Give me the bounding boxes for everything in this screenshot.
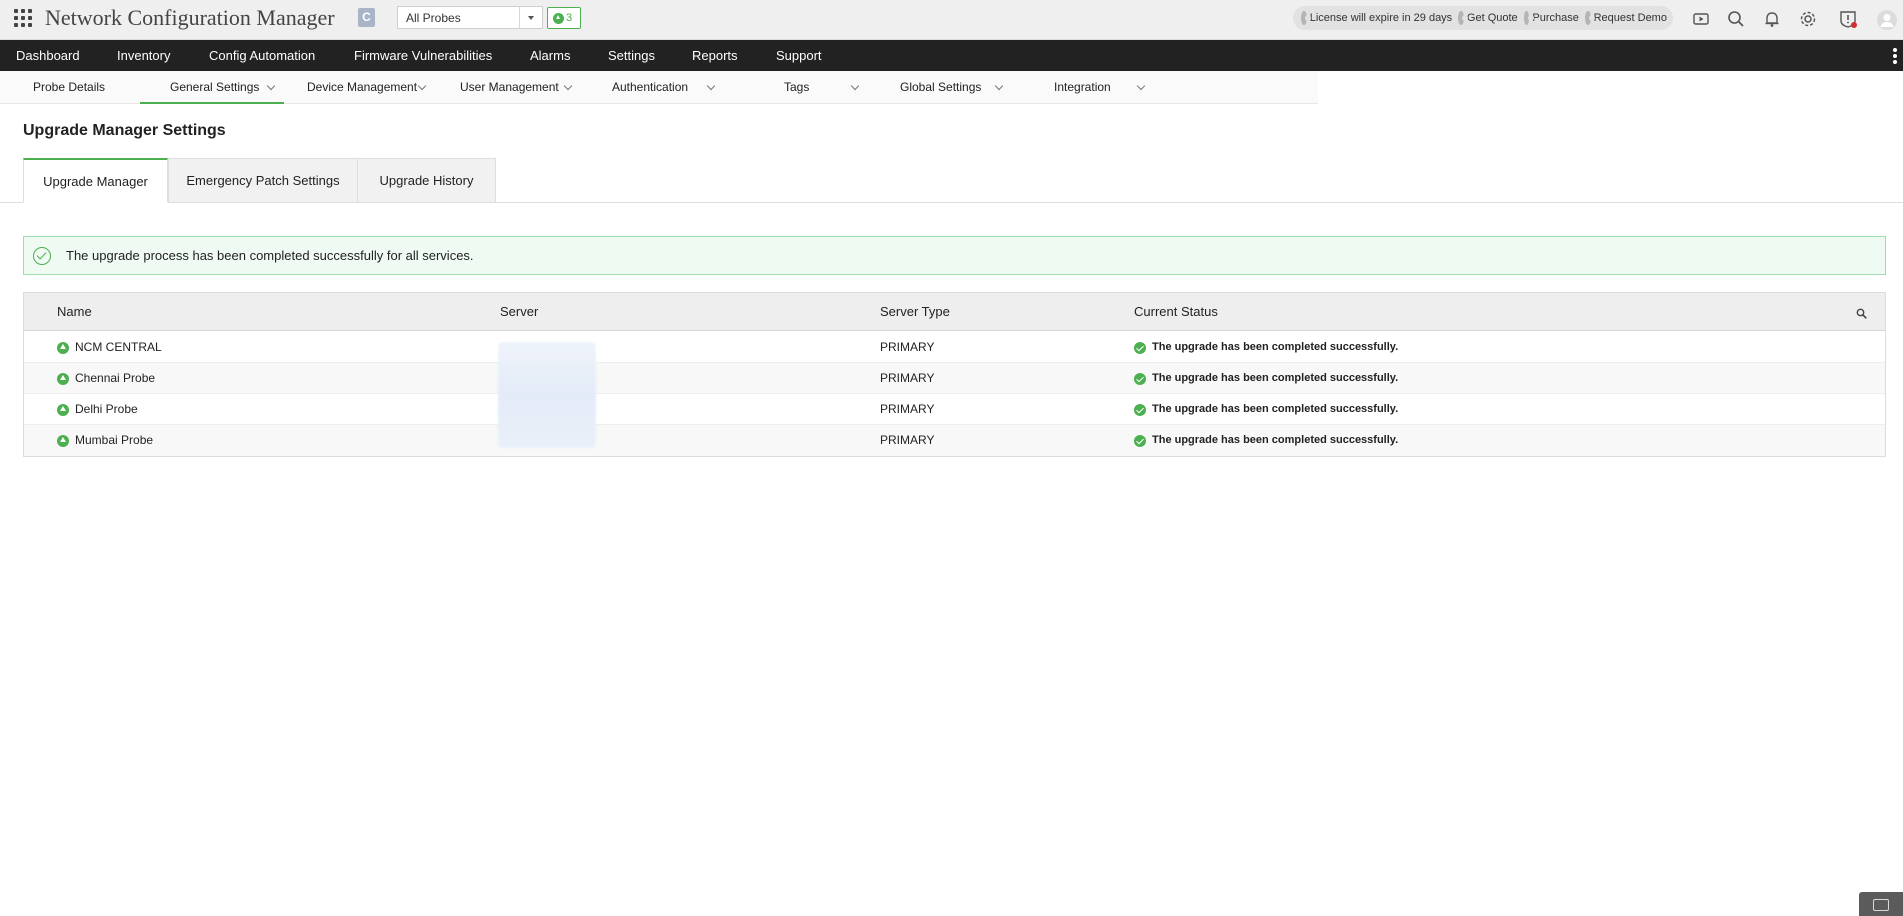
nav-alarms[interactable]: Alarms [530,40,570,71]
row-status: The upgrade has been completed successfu… [1152,434,1399,446]
top-header: Network Configuration Manager C All Prob… [0,0,1903,40]
row-server-type: PRIMARY [880,371,935,385]
table-row[interactable]: NCM CENTRAL PRIMARY The upgrade has been… [24,332,1885,363]
upgrade-arrow-icon [57,435,69,447]
chat-icon[interactable] [1859,892,1903,916]
sub-nav: Probe Details General Settings Device Ma… [0,71,1318,104]
success-check-icon [1134,435,1146,447]
dollar-icon [1458,11,1468,25]
bell-icon[interactable] [1762,9,1782,29]
row-server-type: PRIMARY [880,433,935,447]
success-alert-text: The upgrade process has been completed s… [66,248,474,263]
search-icon[interactable] [1726,9,1746,29]
subnav-general-settings[interactable]: General Settings [140,71,284,104]
success-alert: The upgrade process has been completed s… [23,236,1886,275]
subnav-device-management[interactable]: Device Management [307,71,429,104]
table-row[interactable]: Delhi Probe PRIMARY The upgrade has been… [24,394,1885,425]
chevron-down-icon [563,81,573,91]
nav-support[interactable]: Support [776,40,822,71]
demo-icon [1584,11,1595,25]
subnav-tags[interactable]: Tags [784,71,864,104]
column-server-type[interactable]: Server Type [880,293,950,331]
row-server-type: PRIMARY [880,340,935,354]
table-row[interactable]: Mumbai Probe PRIMARY The upgrade has bee… [24,425,1885,456]
probe-select[interactable]: All Probes [397,6,543,29]
upgrade-arrow-icon [57,404,69,416]
nav-inventory[interactable]: Inventory [117,40,170,71]
tab-upgrade-history[interactable]: Upgrade History [357,158,496,203]
chevron-down-icon [994,81,1004,91]
chevron-down-icon [266,81,276,91]
nav-firmware-vulnerabilities[interactable]: Firmware Vulnerabilities [354,40,492,71]
column-name[interactable]: Name [57,293,92,331]
upgrade-count-badge[interactable]: 3 [547,7,581,29]
server-names-redacted [498,342,596,448]
row-name: NCM CENTRAL [75,340,162,354]
upgrade-arrow-icon [553,13,564,24]
check-circle-icon [33,247,51,265]
main-nav: Dashboard Inventory Config Automation Fi… [0,40,1903,71]
chevron-down-icon [417,81,427,91]
page-title: Upgrade Manager Settings [23,122,226,139]
subnav-integration[interactable]: Integration [1054,71,1154,104]
nav-reports[interactable]: Reports [692,40,738,71]
nav-settings[interactable]: Settings [608,40,655,71]
column-server[interactable]: Server [500,293,538,331]
chevron-down-icon [706,81,716,91]
license-text[interactable]: License will expire in 29 days [1310,12,1452,24]
tab-emergency-patch-settings[interactable]: Emergency Patch Settings [168,158,358,203]
success-check-icon [1134,342,1146,354]
upgrade-count: 3 [566,12,573,24]
nav-dashboard[interactable]: Dashboard [16,40,80,71]
video-icon[interactable] [1691,9,1711,29]
subnav-global-settings[interactable]: Global Settings [900,71,1008,104]
edition-badge: C [358,8,375,27]
subnav-authentication[interactable]: Authentication [612,71,720,104]
upgrade-arrow-icon [57,373,69,385]
app-grid-icon[interactable] [14,9,32,27]
subnav-probe-details[interactable]: Probe Details [33,71,105,104]
row-server-type: PRIMARY [880,402,935,416]
alert-shield-icon[interactable] [1838,9,1858,29]
upgrade-arrow-icon [57,342,69,354]
license-icon [1301,11,1311,25]
app-title: Network Configuration Manager [45,5,335,30]
get-quote-link[interactable]: Get Quote [1467,12,1518,24]
column-current-status[interactable]: Current Status [1134,293,1218,331]
more-menu-icon[interactable] [1893,48,1897,64]
license-bar: License will expire in 29 days Get Quote… [1293,6,1673,30]
request-demo-link[interactable]: Request Demo [1594,12,1667,24]
upgrade-status-table: Name Server Server Type Current Status N… [23,292,1886,457]
success-check-icon [1134,404,1146,416]
table-search-icon[interactable] [1856,306,1867,319]
row-status: The upgrade has been completed successfu… [1152,341,1399,353]
nav-config-automation[interactable]: Config Automation [209,40,315,71]
row-status: The upgrade has been completed successfu… [1152,372,1399,384]
caret-down-icon [528,16,534,20]
user-avatar-icon[interactable] [1876,9,1898,31]
subnav-user-management[interactable]: User Management [460,71,575,104]
success-check-icon [1134,373,1146,385]
tab-upgrade-manager[interactable]: Upgrade Manager [23,158,168,203]
cart-icon [1523,11,1534,25]
chevron-down-icon [850,81,860,91]
table-row[interactable]: Chennai Probe PRIMARY The upgrade has be… [24,363,1885,394]
row-name: Mumbai Probe [75,433,154,447]
row-name: Chennai Probe [75,371,156,385]
gear-icon[interactable] [1798,9,1818,29]
chevron-down-icon [1136,81,1146,91]
table-header: Name Server Server Type Current Status [24,293,1885,331]
row-status: The upgrade has been completed successfu… [1152,403,1399,415]
purchase-link[interactable]: Purchase [1532,12,1578,24]
row-name: Delhi Probe [75,402,138,416]
probe-select-value: All Probes [406,11,461,25]
